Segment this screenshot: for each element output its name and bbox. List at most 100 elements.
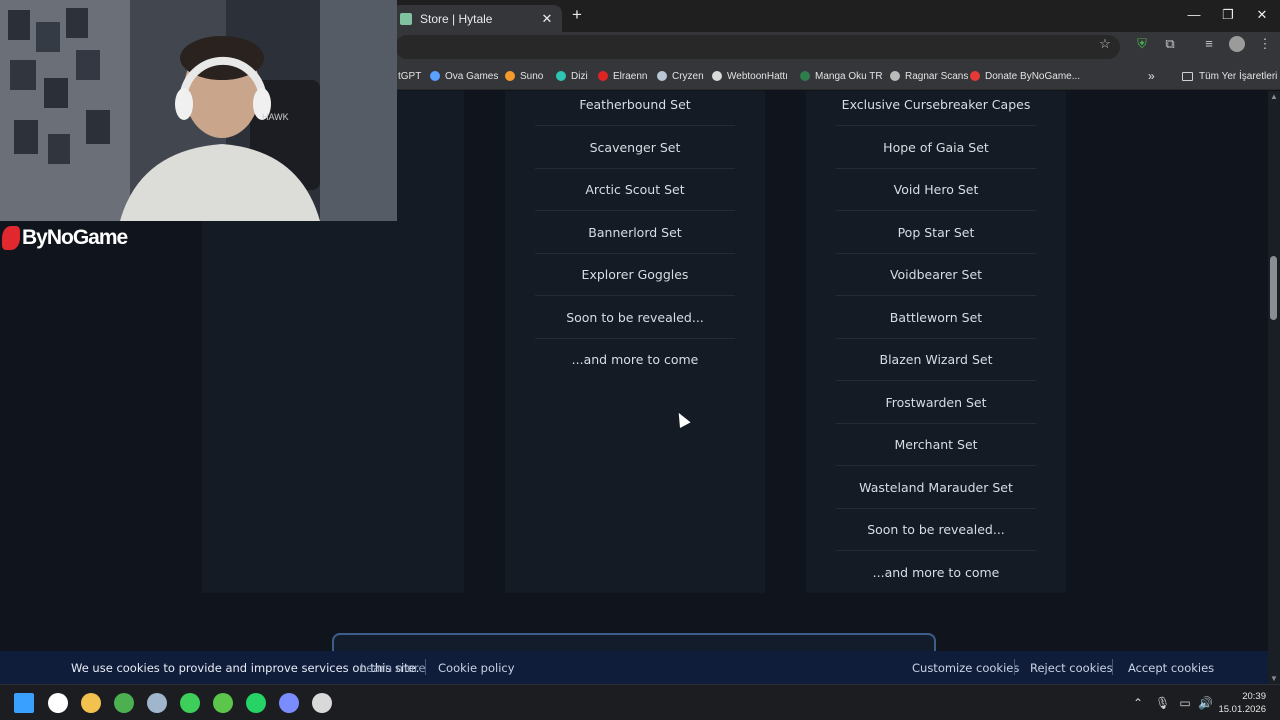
scroll-thumb[interactable] xyxy=(1270,256,1277,320)
discord-icon[interactable] xyxy=(279,693,299,713)
edition-column-middle: Featherbound Set Scavenger Set Arctic Scou… xyxy=(505,91,765,593)
store-item: Battleworn Set xyxy=(889,309,983,325)
accept-cookies-button[interactable]: Accept cookies xyxy=(1128,661,1214,675)
item-divider xyxy=(836,507,1036,509)
utorrent-icon[interactable] xyxy=(213,693,233,713)
scroll-down-icon[interactable]: ▼ xyxy=(1270,675,1278,683)
cookie-policy-link[interactable]: Cookie policy xyxy=(438,661,515,675)
bookmark-label: WebtoonHattı xyxy=(727,70,788,82)
item-divider xyxy=(836,295,1036,296)
item-divider xyxy=(836,380,1036,381)
all-bookmarks-folder[interactable]: Tüm Yer İşaretleri xyxy=(1182,68,1277,84)
new-tab-button[interactable]: + xyxy=(568,6,586,24)
media-controls-icon[interactable]: ≡ xyxy=(1201,36,1217,52)
tab-title: Store | Hytale xyxy=(420,11,493,26)
edition-column-right: Exclusive Cursebreaker Capes Hope of Gaia… xyxy=(806,91,1066,593)
bookmark-label: Donate ByNoGame... xyxy=(985,70,1081,82)
bookmark-favicon-icon xyxy=(712,71,722,81)
bookmark-item[interactable]: Donate ByNoGame... xyxy=(970,68,1080,84)
store-item: ...and more to come xyxy=(872,564,1000,580)
file-explorer-icon[interactable] xyxy=(81,693,101,713)
item-divider xyxy=(836,465,1036,466)
reject-cookies-button[interactable]: Reject cookies xyxy=(1030,661,1113,675)
store-item: Wasteland Marauder Set xyxy=(859,479,1013,495)
volume-icon[interactable]: 🔊 xyxy=(1198,696,1213,710)
profile-avatar-icon[interactable] xyxy=(1229,36,1245,52)
bookmark-item[interactable]: Dizi xyxy=(556,68,588,84)
bynogame-logo: ByNoGame xyxy=(2,226,128,251)
bookmark-item[interactable]: Elraenn xyxy=(598,68,647,84)
minimize-icon[interactable]: — xyxy=(1184,6,1204,24)
extensions-icon[interactable]: ⧉ xyxy=(1162,36,1178,52)
address-bar[interactable] xyxy=(395,35,1120,59)
store-item: Scavenger Set xyxy=(589,139,681,155)
green-app-icon[interactable] xyxy=(180,693,200,713)
system-clock[interactable]: 20:39 15.01.2026 xyxy=(1218,690,1266,716)
store-item: Arctic Scout Set xyxy=(585,182,685,197)
item-divider xyxy=(836,210,1036,211)
item-divider xyxy=(836,125,1036,126)
bookmark-item[interactable]: tGPT xyxy=(398,68,421,84)
store-item: Bannerlord Set xyxy=(588,224,682,240)
bookmark-favicon-icon xyxy=(890,71,900,81)
obs-icon[interactable] xyxy=(312,693,332,713)
bookmark-favicon-icon xyxy=(800,71,810,81)
store-item: Frostwarden Set xyxy=(885,394,987,410)
bookmark-item[interactable]: Ova Games xyxy=(430,68,498,84)
restore-icon[interactable]: ❐ xyxy=(1218,6,1238,24)
yandex-icon[interactable] xyxy=(48,693,68,713)
clock-date: 15.01.2026 xyxy=(1218,704,1266,715)
scroll-up-icon[interactable]: ▲ xyxy=(1270,93,1278,101)
item-divider xyxy=(836,422,1036,424)
shield-extension-icon[interactable]: ⛨ xyxy=(1134,36,1150,52)
bookmarks-more-icon[interactable]: » xyxy=(1148,68,1155,84)
store-item: Soon to be revealed... xyxy=(867,522,1005,537)
menu-kebab-icon[interactable]: ⋮ xyxy=(1257,36,1273,52)
store-item: Void Hero Set xyxy=(893,182,979,197)
network-icon[interactable]: ▭ xyxy=(1178,696,1192,710)
bookmark-label: Dizi xyxy=(571,70,588,82)
divider xyxy=(1112,659,1113,675)
item-divider xyxy=(836,252,1036,254)
bookmark-favicon-icon xyxy=(657,71,667,81)
item-divider xyxy=(836,550,1036,551)
bookmark-item[interactable]: Suno xyxy=(505,68,543,84)
logo-text: ByNoGame xyxy=(22,226,128,249)
learn-more-link[interactable]: Learn more xyxy=(360,661,426,675)
item-divider xyxy=(535,210,735,211)
bookmark-item[interactable]: Ragnar Scans xyxy=(890,68,968,84)
close-tab-icon[interactable]: ✕ xyxy=(540,11,554,26)
bookmark-item[interactable]: Manga Oku TR xyxy=(800,68,883,84)
store-item: Soon to be revealed... xyxy=(566,309,704,325)
store-item: Exclusive Cursebreaker Capes xyxy=(841,97,1031,112)
bookmark-label: Cryzen xyxy=(672,70,704,82)
hytale-favicon-icon xyxy=(400,12,412,25)
item-divider xyxy=(535,252,735,254)
bookmark-label: Elraenn xyxy=(613,70,648,82)
windows-taskbar: ⌃ 🎙 ▭ 🔊 20:39 15.01.2026 xyxy=(0,684,1280,720)
chrome-icon[interactable] xyxy=(114,693,134,713)
bookmark-star-icon[interactable]: ☆ xyxy=(1097,36,1113,52)
store-item: Hope of Gaia Set xyxy=(883,139,989,155)
close-window-icon[interactable]: ✕ xyxy=(1252,6,1272,24)
all-bookmarks-label: Tüm Yer İşaretleri xyxy=(1199,70,1278,82)
divider xyxy=(425,659,426,675)
divider xyxy=(1014,659,1015,675)
clock-time: 20:39 xyxy=(1242,691,1266,702)
item-divider xyxy=(535,125,735,126)
bookmark-item[interactable]: WebtoonHattı xyxy=(712,68,788,84)
whatsapp-icon[interactable] xyxy=(246,693,266,713)
tray-chevron-icon[interactable]: ⌃ xyxy=(1131,696,1145,710)
page-scrollbar[interactable]: ▲ ▼ xyxy=(1268,91,1280,685)
item-divider xyxy=(535,337,735,339)
windows-start-icon[interactable] xyxy=(14,693,34,713)
store-item: Featherbound Set xyxy=(579,97,691,112)
browser-tab[interactable]: Store | Hytale ✕ xyxy=(392,5,562,32)
bookmark-label: Manga Oku TR xyxy=(815,70,883,82)
microphone-icon[interactable]: 🎙 xyxy=(1155,696,1170,710)
bookmark-item[interactable]: Cryzen xyxy=(657,68,704,84)
svg-text:HAWK: HAWK xyxy=(262,112,289,122)
customize-cookies-button[interactable]: Customize cookies xyxy=(912,661,1019,675)
item-divider xyxy=(535,295,735,296)
steam-icon[interactable] xyxy=(147,693,167,713)
